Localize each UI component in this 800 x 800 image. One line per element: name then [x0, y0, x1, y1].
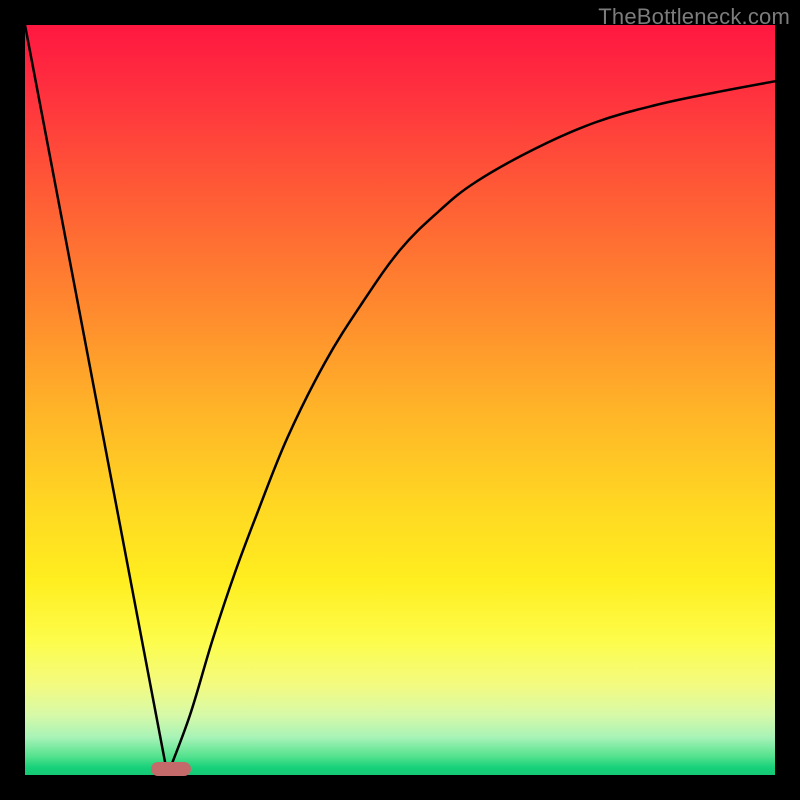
chart-frame: TheBottleneck.com	[0, 0, 800, 800]
left-line	[25, 25, 168, 775]
chart-curve-svg	[25, 25, 775, 775]
baseline-marker	[151, 762, 191, 776]
right-curve	[168, 81, 776, 775]
plot-area	[25, 25, 775, 775]
